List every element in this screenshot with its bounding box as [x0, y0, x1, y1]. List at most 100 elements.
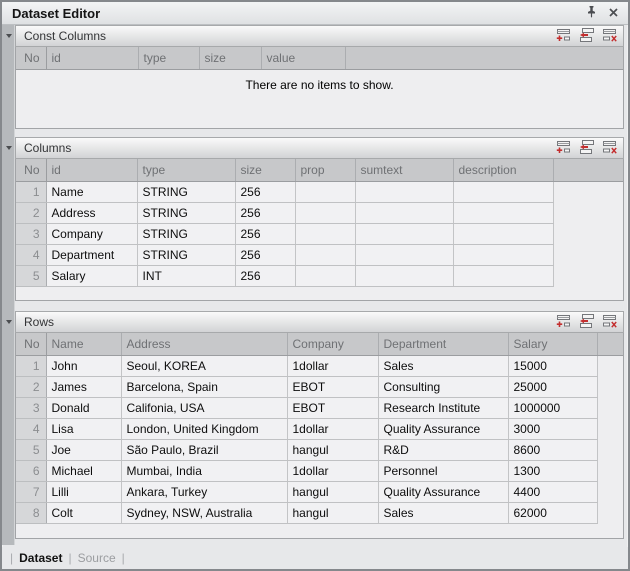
data-cell[interactable]: Califonia, USA	[121, 397, 287, 418]
data-cell[interactable]: Name	[46, 181, 137, 202]
data-cell[interactable]: Barcelona, Spain	[121, 376, 287, 397]
data-cell[interactable]: STRING	[137, 223, 235, 244]
data-cell[interactable]: Department	[46, 244, 137, 265]
row-number-cell[interactable]: 4	[16, 418, 46, 439]
insert-row-button[interactable]	[578, 141, 596, 156]
row-number-cell[interactable]: 7	[16, 481, 46, 502]
data-cell[interactable]: Lisa	[46, 418, 121, 439]
data-cell[interactable]: Personnel	[378, 460, 508, 481]
data-cell[interactable]: Quality Assurance	[378, 418, 508, 439]
add-row-button[interactable]	[555, 315, 573, 330]
data-cell[interactable]: Michael	[46, 460, 121, 481]
data-cell[interactable]: EBOT	[287, 376, 378, 397]
data-cell[interactable]	[355, 223, 453, 244]
row-number-cell[interactable]: 8	[16, 502, 46, 523]
tab-dataset[interactable]: Dataset	[19, 551, 62, 565]
row-number-cell[interactable]: 5	[16, 265, 46, 286]
data-cell[interactable]: London, United Kingdom	[121, 418, 287, 439]
tab-source[interactable]: Source	[78, 551, 116, 565]
data-cell[interactable]	[355, 202, 453, 223]
row-number-cell[interactable]: 3	[16, 223, 46, 244]
data-cell[interactable]: 3000	[508, 418, 597, 439]
insert-row-button[interactable]	[578, 315, 596, 330]
data-cell[interactable]: 1dollar	[287, 355, 378, 376]
data-cell[interactable]: R&D	[378, 439, 508, 460]
row-number-cell[interactable]: 1	[16, 355, 46, 376]
data-cell[interactable]: EBOT	[287, 397, 378, 418]
data-cell[interactable]: 256	[235, 244, 295, 265]
data-cell[interactable]	[295, 223, 355, 244]
close-button[interactable]	[604, 5, 622, 21]
data-cell[interactable]: Consulting	[378, 376, 508, 397]
data-cell[interactable]: STRING	[137, 181, 235, 202]
add-row-button[interactable]	[555, 141, 573, 156]
row-number-cell[interactable]: 4	[16, 244, 46, 265]
data-cell[interactable]	[295, 202, 355, 223]
data-cell[interactable]: São Paulo, Brazil	[121, 439, 287, 460]
data-cell[interactable]: hangul	[287, 502, 378, 523]
data-cell[interactable]: Donald	[46, 397, 121, 418]
data-cell[interactable]: hangul	[287, 439, 378, 460]
data-cell[interactable]: Ankara, Turkey	[121, 481, 287, 502]
row-number-cell[interactable]: 2	[16, 376, 46, 397]
data-cell[interactable]: 62000	[508, 502, 597, 523]
data-cell[interactable]: Seoul, KOREA	[121, 355, 287, 376]
data-cell[interactable]	[453, 181, 553, 202]
data-cell[interactable]: 15000	[508, 355, 597, 376]
insert-row-button[interactable]	[578, 29, 596, 44]
data-cell[interactable]	[453, 265, 553, 286]
data-cell[interactable]: STRING	[137, 244, 235, 265]
data-cell[interactable]: 1300	[508, 460, 597, 481]
data-cell[interactable]	[295, 265, 355, 286]
data-cell[interactable]: 1dollar	[287, 460, 378, 481]
data-cell[interactable]: 256	[235, 265, 295, 286]
collapse-rows-button[interactable]	[4, 316, 13, 325]
collapse-columns-button[interactable]	[4, 142, 13, 151]
data-cell[interactable]: Mumbai, India	[121, 460, 287, 481]
data-cell[interactable]: Lilli	[46, 481, 121, 502]
data-cell[interactable]	[453, 223, 553, 244]
data-cell[interactable]: 256	[235, 181, 295, 202]
data-cell[interactable]: Research Institute	[378, 397, 508, 418]
data-cell[interactable]	[453, 244, 553, 265]
row-number-cell[interactable]: 1	[16, 181, 46, 202]
delete-row-button[interactable]	[601, 141, 619, 156]
data-cell[interactable]: Company	[46, 223, 137, 244]
data-cell[interactable]: INT	[137, 265, 235, 286]
delete-row-button[interactable]	[601, 29, 619, 44]
data-cell[interactable]	[355, 181, 453, 202]
data-cell[interactable]	[295, 181, 355, 202]
data-cell[interactable]: Sales	[378, 502, 508, 523]
data-cell[interactable]: 8600	[508, 439, 597, 460]
add-row-button[interactable]	[555, 29, 573, 44]
collapse-const-columns-button[interactable]	[4, 30, 13, 39]
data-cell[interactable]: 1000000	[508, 397, 597, 418]
data-cell[interactable]	[355, 265, 453, 286]
data-cell[interactable]: James	[46, 376, 121, 397]
data-cell[interactable]: Joe	[46, 439, 121, 460]
delete-row-button[interactable]	[601, 315, 619, 330]
row-number-cell[interactable]: 5	[16, 439, 46, 460]
data-cell[interactable]: Quality Assurance	[378, 481, 508, 502]
data-cell[interactable]: 256	[235, 223, 295, 244]
data-cell[interactable]: 1dollar	[287, 418, 378, 439]
column-header-name: Name	[46, 333, 121, 355]
pin-button[interactable]	[582, 5, 600, 21]
data-cell[interactable]: STRING	[137, 202, 235, 223]
data-cell[interactable]: hangul	[287, 481, 378, 502]
data-cell[interactable]: Sydney, NSW, Australia	[121, 502, 287, 523]
data-cell[interactable]: Sales	[378, 355, 508, 376]
data-cell[interactable]: 4400	[508, 481, 597, 502]
data-cell[interactable]	[355, 244, 453, 265]
row-number-cell[interactable]: 6	[16, 460, 46, 481]
row-number-cell[interactable]: 2	[16, 202, 46, 223]
data-cell[interactable]	[453, 202, 553, 223]
data-cell[interactable]: Address	[46, 202, 137, 223]
row-number-cell[interactable]: 3	[16, 397, 46, 418]
data-cell[interactable]: Salary	[46, 265, 137, 286]
data-cell[interactable]: John	[46, 355, 121, 376]
data-cell[interactable]: 25000	[508, 376, 597, 397]
data-cell[interactable]	[295, 244, 355, 265]
data-cell[interactable]: 256	[235, 202, 295, 223]
data-cell[interactable]: Colt	[46, 502, 121, 523]
